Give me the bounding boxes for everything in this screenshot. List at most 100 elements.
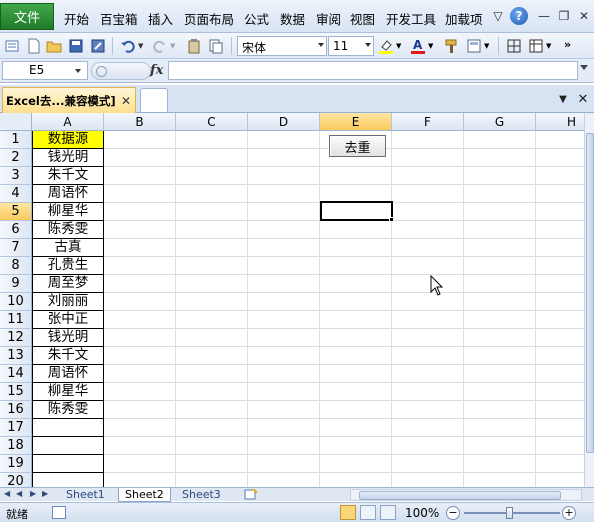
cell-h9[interactable] [536,275,584,293]
cell-b12[interactable] [104,329,176,347]
fill-color-dropdown-icon[interactable]: ▼ [396,42,401,50]
cell-f18[interactable] [392,437,464,455]
cell-h12[interactable] [536,329,584,347]
new-tab-button[interactable] [140,88,168,112]
cell-f15[interactable] [392,383,464,401]
cell-h2[interactable] [536,149,584,167]
cell-h18[interactable] [536,437,584,455]
cell-g5[interactable] [464,203,536,221]
cell-b15[interactable] [104,383,176,401]
cell-g13[interactable] [464,347,536,365]
cell-a7[interactable]: 古真 [32,239,104,257]
save-as-icon[interactable] [90,38,106,54]
cell-e19[interactable] [320,455,392,473]
zoom-level[interactable]: 100% [405,506,439,520]
copy-format-icon[interactable] [208,38,224,54]
undo-icon[interactable] [120,38,136,54]
cell-g10[interactable] [464,293,536,311]
cell-a19[interactable] [32,455,104,473]
cell-d11[interactable] [248,311,320,329]
cell-c6[interactable] [176,221,248,239]
cell-g16[interactable] [464,401,536,419]
menu-page-layout[interactable]: 页面布局 [184,9,234,28]
cell-d9[interactable] [248,275,320,293]
cell-f12[interactable] [392,329,464,347]
cell-h1[interactable] [536,131,584,149]
cell-h3[interactable] [536,167,584,185]
vertical-scroll-thumb[interactable] [586,133,594,453]
cell-f1[interactable] [392,131,464,149]
paste-icon[interactable] [186,38,202,54]
cell-f13[interactable] [392,347,464,365]
macro-record-icon[interactable] [52,506,66,519]
prev-sheet-arrow-icon[interactable]: ◀ [16,489,22,498]
cell-a6[interactable]: 陈秀雯 [32,221,104,239]
menu-developer[interactable]: 开发工具 [386,9,436,28]
normal-view-button[interactable] [340,505,356,520]
cell-g18[interactable] [464,437,536,455]
cell-c20[interactable] [176,473,248,488]
column-header-a[interactable]: A [32,113,104,131]
last-sheet-arrow-icon[interactable]: ▶ [42,489,48,498]
cell-b11[interactable] [104,311,176,329]
horizontal-scroll-thumb[interactable] [359,491,561,500]
cell-b5[interactable] [104,203,176,221]
cell-a1[interactable]: 数据源 [32,131,104,149]
cell-b8[interactable] [104,257,176,275]
cell-c10[interactable] [176,293,248,311]
cell-h13[interactable] [536,347,584,365]
cell-b6[interactable] [104,221,176,239]
cell-b7[interactable] [104,239,176,257]
cell-e16[interactable] [320,401,392,419]
cell-f20[interactable] [392,473,464,488]
cell-d20[interactable] [248,473,320,488]
minimize-icon[interactable]: — [536,8,552,24]
row-header-4[interactable]: 4 [0,185,32,203]
cell-e7[interactable] [320,239,392,257]
cell-h14[interactable] [536,365,584,383]
cell-g20[interactable] [464,473,536,488]
fill-color-icon[interactable] [378,38,394,54]
redo-icon[interactable] [152,38,168,54]
cell-g8[interactable] [464,257,536,275]
cell-g15[interactable] [464,383,536,401]
cell-f17[interactable] [392,419,464,437]
formula-expand-icon[interactable] [580,65,588,70]
row-header-15[interactable]: 15 [0,383,32,401]
cell-d2[interactable] [248,149,320,167]
first-sheet-arrow-icon[interactable]: ◀ [4,489,10,498]
cell-g2[interactable] [464,149,536,167]
table-dropdown-icon[interactable]: ▼ [546,42,551,50]
cell-a16[interactable]: 陈秀雯 [32,401,104,419]
font-name-select[interactable]: 宋体 [237,36,327,56]
row-header-16[interactable]: 16 [0,401,32,419]
cell-a17[interactable] [32,419,104,437]
row-header-17[interactable]: 17 [0,419,32,437]
cell-a8[interactable]: 孔贵生 [32,257,104,275]
cell-g7[interactable] [464,239,536,257]
new-file-icon[interactable] [26,38,42,54]
column-header-c[interactable]: C [176,113,248,131]
cell-f3[interactable] [392,167,464,185]
close-tab-icon[interactable]: ✕ [121,94,131,108]
cell-d1[interactable] [248,131,320,149]
cell-d14[interactable] [248,365,320,383]
cell-g3[interactable] [464,167,536,185]
cell-h4[interactable] [536,185,584,203]
cell-f9[interactable] [392,275,464,293]
menu-data[interactable]: 数据 [280,9,305,28]
column-header-b[interactable]: B [104,113,176,131]
cell-a14[interactable]: 周语怀 [32,365,104,383]
menu-home[interactable]: 开始 [64,9,89,28]
cell-e13[interactable] [320,347,392,365]
save-icon[interactable] [68,38,84,54]
cell-g11[interactable] [464,311,536,329]
cell-b2[interactable] [104,149,176,167]
cell-b14[interactable] [104,365,176,383]
formula-zoom-control[interactable] [91,62,151,80]
row-header-18[interactable]: 18 [0,437,32,455]
menu-view[interactable]: 视图 [350,9,375,28]
cell-b3[interactable] [104,167,176,185]
cell-b18[interactable] [104,437,176,455]
cell-e12[interactable] [320,329,392,347]
